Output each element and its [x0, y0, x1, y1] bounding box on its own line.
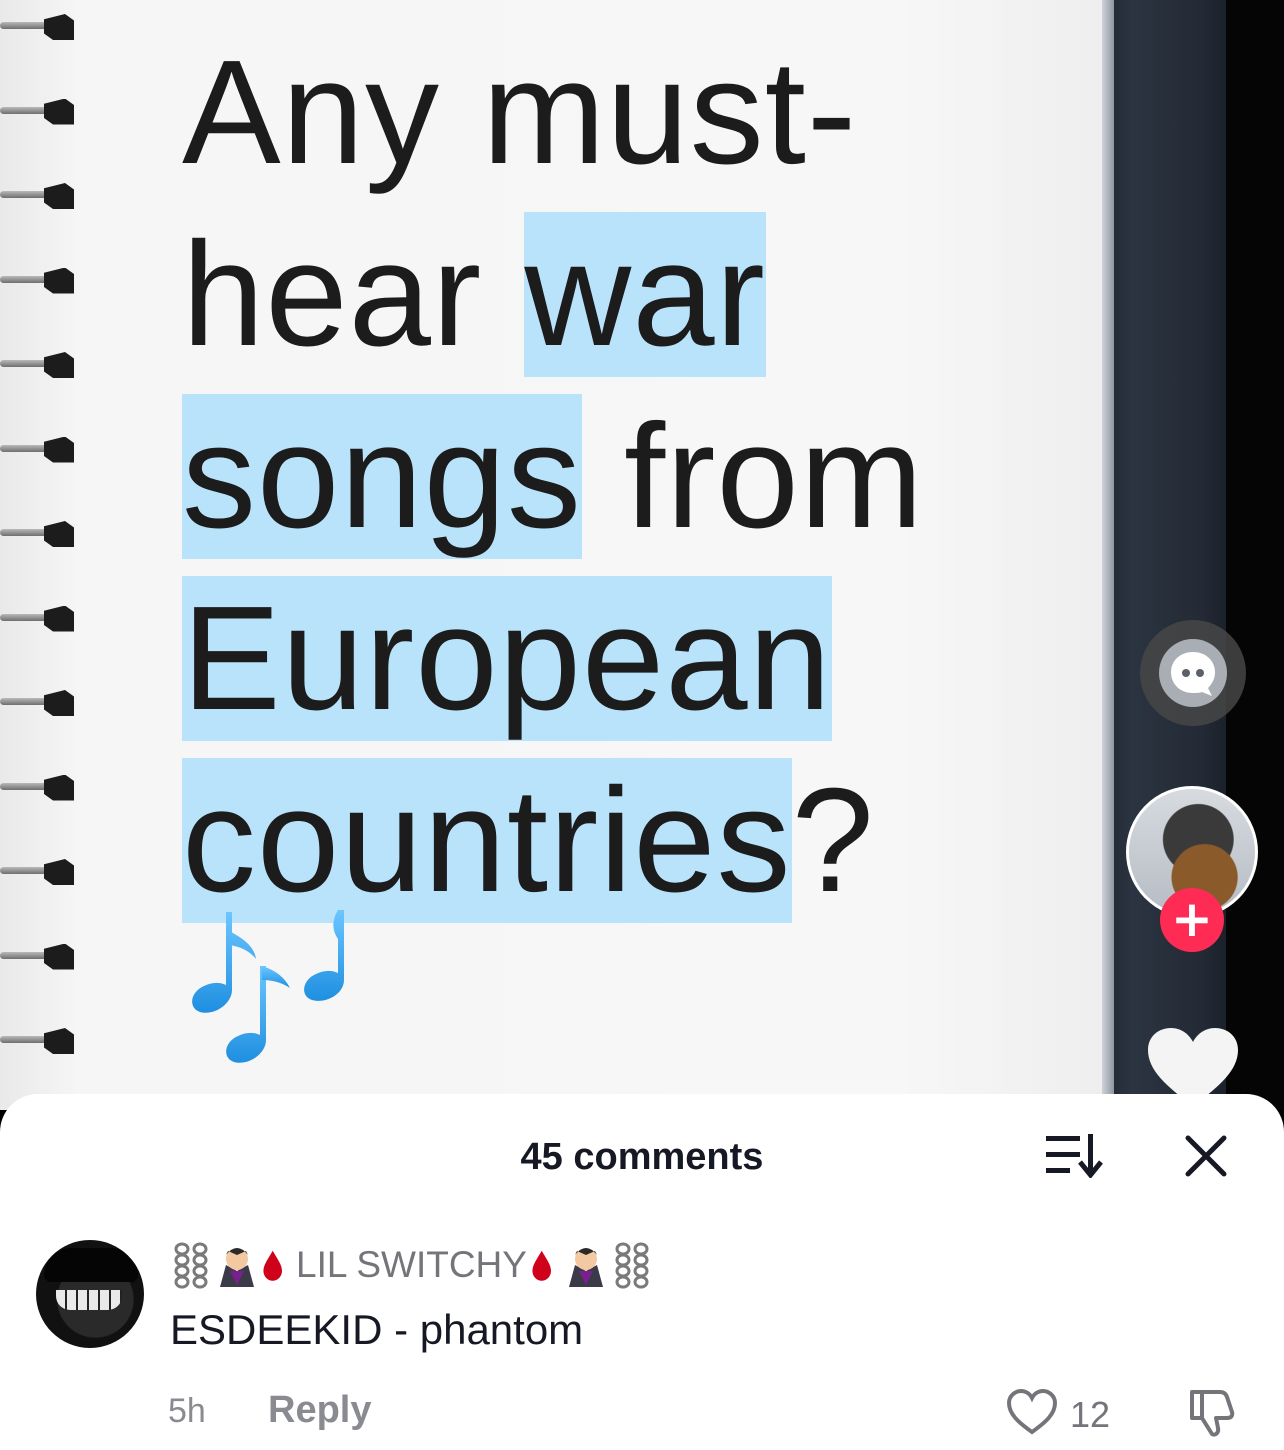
question-line: Any must-	[182, 22, 1042, 204]
spiral-ring	[0, 859, 76, 885]
screen-edge	[1226, 0, 1284, 1110]
comment-username-text: LIL SWITCHY	[296, 1244, 527, 1285]
musical-notes-emoji	[192, 910, 344, 1063]
question-line: European	[182, 568, 1042, 750]
spiral-ring	[0, 943, 76, 970]
comment-timestamp: 5h	[168, 1392, 206, 1430]
question-line: countries?	[182, 750, 1042, 932]
spiral-ring	[0, 352, 76, 378]
thumbs-down-icon[interactable]	[1186, 1386, 1238, 1438]
heart-outline-icon[interactable]	[1006, 1388, 1058, 1436]
chains-emoji	[615, 1242, 649, 1289]
reply-button[interactable]: Reply	[268, 1389, 371, 1432]
comment-username[interactable]: LIL SWITCHY	[170, 1240, 653, 1290]
question-word: hear	[182, 212, 525, 377]
spiral-ring	[0, 605, 76, 632]
binder-edge	[1102, 0, 1114, 1110]
spiral-ring	[0, 98, 76, 125]
notebook-spiral	[0, 0, 90, 1110]
blood-drop-emoji	[263, 1250, 282, 1281]
video-player[interactable]: Any must-hear war songs from European count…	[0, 0, 1284, 1110]
spiral-ring	[0, 267, 76, 294]
video-question-text: Any must-hear war songs from European count…	[182, 22, 1042, 932]
chat-bubble-icon	[1159, 639, 1227, 707]
highlighted-word: European	[182, 576, 832, 741]
comment-button[interactable]	[1140, 620, 1246, 726]
highlighted-word: songs	[182, 394, 582, 559]
chains-emoji	[174, 1242, 208, 1289]
vampire-emoji	[220, 1248, 254, 1287]
comment-like-count: 12	[1070, 1394, 1111, 1435]
question-line: songs from	[182, 386, 1042, 568]
sort-icon[interactable]	[1044, 1132, 1104, 1178]
spiral-ring	[0, 774, 76, 801]
highlighted-word: war	[524, 212, 766, 377]
spiral-ring	[0, 521, 76, 547]
question-word: from	[581, 394, 925, 559]
blood-drop-emoji	[532, 1250, 551, 1281]
spiral-ring	[0, 436, 76, 463]
spiral-ring	[0, 183, 76, 209]
commenter-avatar[interactable]	[36, 1240, 144, 1348]
spiral-ring	[0, 690, 76, 716]
close-icon[interactable]	[1184, 1134, 1228, 1178]
spiral-ring	[0, 14, 76, 40]
question-word: ?	[791, 758, 875, 923]
spiral-ring	[0, 1028, 76, 1054]
question-line: hear war	[182, 204, 1042, 386]
question-word: Any must-	[182, 30, 858, 195]
vampire-emoji	[568, 1248, 603, 1287]
comment-body: ESDEEKID - phantom	[170, 1306, 584, 1353]
follow-button[interactable]: +	[1160, 888, 1224, 952]
highlighted-word: countries	[182, 758, 792, 923]
